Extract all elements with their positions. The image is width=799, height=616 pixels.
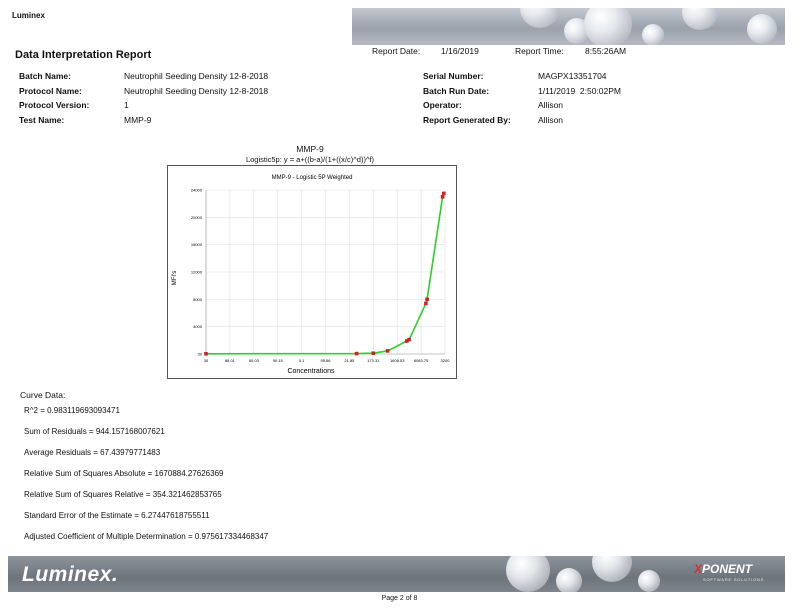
report-title: Data Interpretation Report <box>15 49 152 61</box>
batch-name-value: Neutrophil Seeding Density 12-8-2018 <box>124 71 269 81</box>
chart-frame: MMP-9 - Logistic 5P Weighted 30 88.01 80.0… <box>167 165 457 379</box>
protocol-version-value: 1 <box>124 100 129 110</box>
page-number: Page 2 of 8 <box>381 595 418 602</box>
operator-value: Allison <box>538 100 564 110</box>
batch-run-date-value: 1/11/2019 2:50:02PM <box>538 86 622 96</box>
data-point <box>440 195 445 199</box>
stat-average-residuals: Average Residuals = 67.43979771483 <box>24 448 161 457</box>
stat-adjusted-coefficient: Adjusted Coefficient of Multiple Determi… <box>24 532 269 541</box>
protocol-name-label: Protocol Name: <box>19 86 82 96</box>
brand-label: Luminex <box>12 11 45 20</box>
chart-title: MMP-9 <box>296 144 324 154</box>
stat-sum-residuals: Sum of Residuals = 944.157168007621 <box>24 427 165 436</box>
x-tick-label: 30 <box>204 358 209 363</box>
data-point <box>204 352 208 356</box>
data-point <box>354 351 359 356</box>
xponent-rest: PONENT <box>702 562 753 576</box>
data-point <box>407 337 411 342</box>
xponent-tagline: SOFTWARE SOLUTIONS <box>703 577 765 582</box>
generated-by-value: Allison <box>538 115 564 125</box>
stat-r2: R^2 = 0.983119693093471 <box>24 406 120 415</box>
serial-number-label: Serial Number: <box>423 71 484 81</box>
report-time: 8:55:26AM <box>585 46 627 56</box>
y-tick-label: 30 <box>198 352 203 357</box>
data-point <box>371 351 376 355</box>
x-tick-label: 80.03 <box>249 358 260 363</box>
x-tick-label: 3200 <box>441 358 451 363</box>
x-tick-label: 88.01 <box>225 358 236 363</box>
data-point <box>425 297 429 302</box>
y-tick-label: 24000 <box>191 188 203 193</box>
test-name-label: Test Name: <box>19 115 65 125</box>
calibration-chart: MMP-9 - Logistic 5P Weighted 30 88.01 80.0… <box>172 175 451 375</box>
protocol-version-label: Protocol Version: <box>19 100 90 110</box>
chart-formula: Logistic5p: y = a+((b-a)/(1+((x/c)^d))^f… <box>245 155 375 164</box>
x-tick-label: 0.1 <box>299 358 305 363</box>
xponent-x: X <box>694 562 703 576</box>
x-tick-label: 90.15 <box>273 358 284 363</box>
report-date-label: Report Date: <box>372 46 421 56</box>
footer-banner <box>8 556 785 592</box>
y-axis-label: MFI's <box>172 271 178 285</box>
xponent-logo: XPONENT <box>694 562 752 576</box>
x-tick-label: 173.31 <box>367 358 380 363</box>
y-tick-label: 20000 <box>191 215 203 220</box>
batch-name-label: Batch Name: <box>19 71 71 81</box>
data-point <box>424 301 428 306</box>
report-date: 1/16/2019 <box>441 46 479 56</box>
curve-data-heading: Curve Data: <box>20 390 66 400</box>
y-tick-label: 12000 <box>191 270 203 275</box>
stat-standard-error: Standard Error of the Estimate = 6.27447… <box>24 511 210 520</box>
y-tick-label: 16000 <box>191 242 203 247</box>
x-tick-label: 21.85 <box>344 358 355 363</box>
y-tick-label: 4000 <box>193 324 203 329</box>
stat-rss-absolute: Relative Sum of Squares Absolute = 16708… <box>24 469 224 478</box>
luminex-logo: Luminex. <box>22 563 119 586</box>
protocol-name-value: Neutrophil Seeding Density 12-8-2018 <box>124 86 269 96</box>
stat-rss-relative: Relative Sum of Squares Relative = 354.3… <box>24 490 222 499</box>
data-point <box>385 349 390 353</box>
chart-inner-title: MMP-9 - Logistic 5P Weighted <box>272 175 353 181</box>
test-name-value: MMP-9 <box>124 115 152 125</box>
serial-number-value: MAGPX13351704 <box>538 71 607 81</box>
generated-by-label: Report Generated By: <box>423 115 511 125</box>
operator-label: Operator: <box>423 100 462 110</box>
batch-run-date-label: Batch Run Date: <box>423 86 490 96</box>
data-point <box>442 191 446 196</box>
report-time-label: Report Time: <box>515 46 564 56</box>
header-banner <box>352 8 785 45</box>
x-tick-label: 6083.75 <box>414 358 429 363</box>
x-tick-label: 95.66 <box>320 358 331 363</box>
x-axis-label: Concentrations <box>287 368 335 375</box>
y-tick-label: 8000 <box>193 297 203 302</box>
x-tick-label: 1608.53 <box>390 358 405 363</box>
